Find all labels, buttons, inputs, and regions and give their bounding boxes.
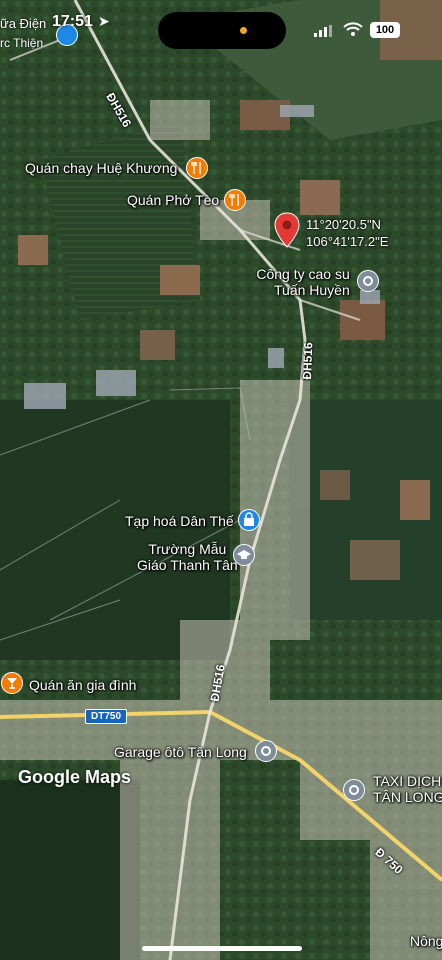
place-label[interactable]: Quán chay Huệ Khương bbox=[25, 160, 177, 176]
place-label[interactable]: Nông bbox=[410, 933, 442, 949]
graduation-cap-icon[interactable] bbox=[233, 544, 255, 566]
fork-knife-icon[interactable] bbox=[186, 157, 208, 179]
road-label: ĐH516 bbox=[300, 342, 316, 380]
pin-coordinates: 11°20'20.5"N 106°41'17.2"E bbox=[306, 216, 388, 250]
place-name-line2: Tuấn Huyền bbox=[274, 282, 350, 298]
cocktail-icon[interactable] bbox=[1, 672, 23, 694]
place-label[interactable]: Garage ôtô Tân Long bbox=[114, 744, 247, 760]
place-label[interactable]: TAXI DỊCH TÂN LONG bbox=[373, 773, 442, 805]
pin-icon[interactable] bbox=[255, 740, 277, 762]
place-name: Trường Mẫu bbox=[148, 541, 227, 557]
place-label[interactable]: Quán ăn gia đình bbox=[29, 677, 136, 693]
pin-icon[interactable] bbox=[357, 270, 379, 292]
place-label[interactable]: Tạp hoá Dân Thế bbox=[125, 513, 234, 529]
previous-app-label[interactable]: ữa Điện bbox=[0, 16, 46, 31]
satellite-map[interactable] bbox=[0, 0, 442, 960]
google-maps-logo: Google Maps bbox=[18, 767, 132, 787]
shopping-bag-icon[interactable] bbox=[238, 509, 260, 531]
place-name: Công ty cao su bbox=[256, 266, 350, 282]
longitude: 106°41'17.2"E bbox=[306, 234, 389, 249]
place-label[interactable]: Trường Mẫu Giáo Thanh Tân bbox=[137, 541, 238, 573]
dynamic-island bbox=[158, 12, 286, 49]
status-bar: ữa Điện rc Thiện 17:51 ➤ 100 bbox=[0, 0, 442, 58]
place-name: TAXI DỊCH bbox=[373, 773, 442, 789]
previous-app-label-line2[interactable]: rc Thiện bbox=[0, 36, 43, 50]
wifi-icon bbox=[343, 21, 363, 42]
place-label[interactable]: Quán Phở Tèo bbox=[127, 192, 219, 208]
selected-location-pin-icon[interactable] bbox=[274, 212, 300, 248]
fork-knife-icon[interactable] bbox=[224, 189, 246, 211]
mic-indicator-icon bbox=[240, 27, 247, 34]
place-name-line2: TÂN LONG bbox=[373, 789, 442, 805]
latitude: 11°20'20.5"N bbox=[306, 217, 381, 232]
pin-icon[interactable] bbox=[343, 779, 365, 801]
location-arrow-icon: ➤ bbox=[98, 13, 110, 29]
place-label[interactable]: Công ty cao su Tuấn Huyền bbox=[252, 266, 350, 298]
home-indicator[interactable] bbox=[142, 946, 302, 951]
cellular-signal-icon bbox=[314, 24, 332, 42]
place-name-line2: Giáo Thanh Tân bbox=[137, 557, 238, 573]
clock: 17:51 bbox=[52, 13, 93, 30]
battery-indicator: 100 bbox=[370, 22, 400, 38]
route-shield-dt750: DT750 bbox=[85, 709, 128, 724]
